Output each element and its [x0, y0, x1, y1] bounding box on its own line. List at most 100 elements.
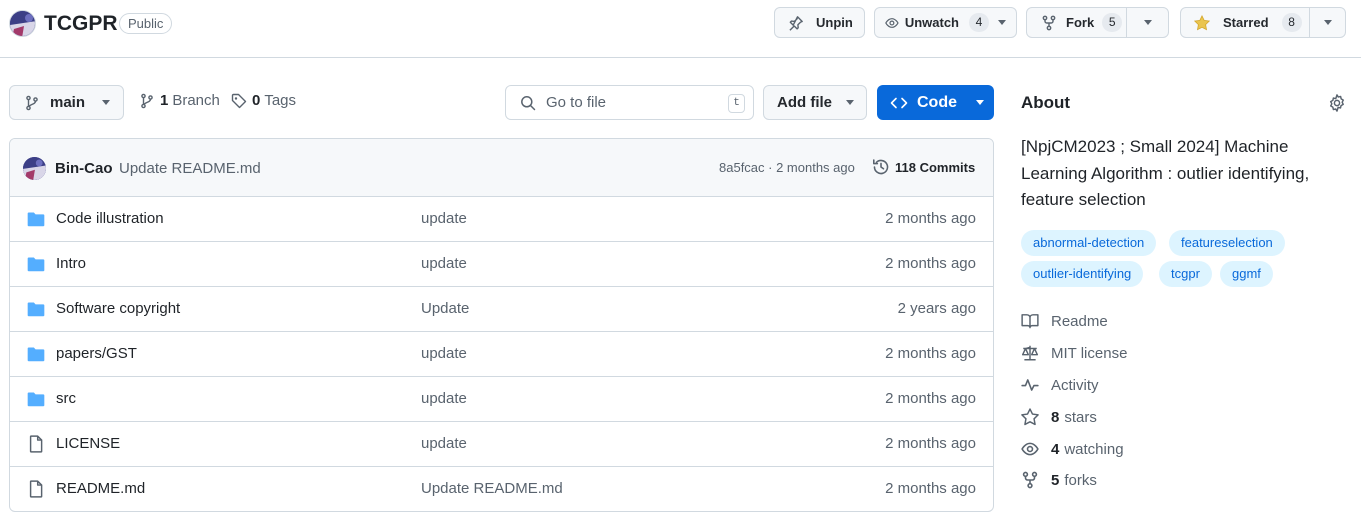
commit-count-label: 118 Commits — [895, 159, 976, 175]
file-commit-date: 2 years ago — [897, 300, 976, 317]
file-name[interactable]: papers/GST — [56, 345, 137, 362]
stars-count: 8 — [1051, 408, 1060, 426]
commits-link[interactable]: 118 Commits — [872, 158, 975, 176]
folder-icon — [27, 256, 45, 272]
branch-count: 1 — [160, 92, 169, 109]
file-name[interactable]: Intro — [56, 255, 86, 272]
about-heading: About — [1021, 93, 1071, 112]
branch-selector[interactable]: main — [9, 85, 124, 120]
commit-author[interactable]: Bin-Cao — [55, 160, 113, 177]
forks-count: 5 — [1051, 471, 1060, 489]
file-commit-message[interactable]: update — [421, 255, 467, 272]
history-icon — [873, 159, 889, 175]
file-list: Code illustration update 2 months ago Intro… — [10, 197, 993, 511]
file-commit-message[interactable]: update — [421, 390, 467, 407]
chevron-down-icon[interactable] — [1144, 20, 1152, 25]
repo-name[interactable]: TCGPR — [44, 10, 118, 38]
readme-label: Readme — [1051, 312, 1108, 330]
topic-tag[interactable]: ggmf — [1220, 261, 1273, 287]
branches-link[interactable]: 1 Branch — [139, 92, 220, 109]
shortcut-key: t — [728, 94, 745, 113]
chevron-down-icon[interactable] — [998, 20, 1006, 25]
file-row[interactable]: LICENSE update 2 months ago — [10, 422, 993, 467]
topic-tag[interactable]: tcgpr — [1159, 261, 1212, 287]
file-row[interactable]: Code illustration update 2 months ago — [10, 197, 993, 242]
fork-icon — [1022, 471, 1038, 489]
readme-link[interactable]: Readme — [1021, 312, 1108, 330]
search-icon — [521, 95, 536, 110]
file-name[interactable]: src — [56, 390, 76, 407]
code-button[interactable]: Code — [877, 85, 994, 120]
file-row[interactable]: README.md Update README.md 2 months ago — [10, 467, 993, 511]
fork-icon — [1042, 15, 1056, 30]
topic-tag[interactable]: outlier-identifying — [1021, 261, 1144, 287]
starred-button[interactable]: Starred 8 — [1180, 7, 1346, 38]
chevron-down-icon[interactable] — [1324, 20, 1332, 25]
stars-link[interactable]: 8 stars — [1021, 408, 1097, 426]
file-commit-date: 2 months ago — [885, 255, 976, 272]
avatar[interactable] — [23, 157, 46, 180]
watching-link[interactable]: 4 watching — [1021, 440, 1124, 458]
file-name[interactable]: Software copyright — [56, 300, 180, 317]
activity-label: Activity — [1051, 376, 1099, 394]
topic-tag[interactable]: featureselection — [1169, 230, 1285, 256]
file-row[interactable]: Software copyright Update 2 years ago — [10, 287, 993, 332]
starred-label: Starred — [1223, 15, 1269, 30]
file-commit-message[interactable]: update — [421, 435, 467, 452]
search-input[interactable] — [546, 94, 716, 111]
commit-message[interactable]: Update README.md — [119, 160, 261, 177]
add-file-button[interactable]: Add file — [763, 85, 867, 120]
folder-icon — [27, 391, 45, 407]
branch-label: Branch — [172, 92, 220, 109]
watching-label: watching — [1064, 440, 1124, 458]
file-row[interactable]: Intro update 2 months ago — [10, 242, 993, 287]
unwatch-button[interactable]: Unwatch 4 — [874, 7, 1017, 38]
forks-link[interactable]: 5 forks — [1021, 471, 1097, 489]
about-description: [NpjCM2023 ; Small 2024] Machine Learnin… — [1021, 137, 1310, 209]
file-name[interactable]: README.md — [56, 480, 145, 497]
file-name[interactable]: Code illustration — [56, 210, 164, 227]
tag-label: Tags — [264, 92, 297, 109]
code-label: Code — [917, 93, 957, 111]
code-icon — [890, 97, 908, 108]
file-row[interactable]: papers/GST update 2 months ago — [10, 332, 993, 377]
unpin-label: Unpin — [816, 15, 853, 30]
watching-count: 4 — [1051, 440, 1060, 458]
file-commit-message[interactable]: update — [421, 210, 467, 227]
file-row[interactable]: src update 2 months ago — [10, 377, 993, 422]
license-label: MIT license — [1051, 344, 1128, 362]
repo-header: TCGPR Public Unpin Unwatch 4 Fork 5 Star… — [0, 0, 1361, 58]
activity-link[interactable]: Activity — [1021, 376, 1099, 394]
watch-counter: 4 — [969, 13, 989, 32]
go-to-file-search[interactable]: t — [505, 85, 754, 120]
fork-button[interactable]: Fork 5 — [1026, 7, 1169, 38]
tags-link[interactable]: 0 Tags — [231, 92, 296, 109]
file-icon — [27, 435, 45, 453]
file-commit-message[interactable]: Update — [421, 300, 469, 317]
license-link[interactable]: MIT license — [1021, 344, 1127, 362]
commit-hash-time[interactable]: 8a5fcac · 2 months ago — [719, 160, 855, 175]
add-file-label: Add file — [777, 94, 832, 111]
chevron-down-icon — [976, 100, 984, 105]
file-commit-message[interactable]: Update README.md — [421, 480, 563, 497]
repo-avatar[interactable] — [9, 10, 36, 37]
gear-icon[interactable] — [1328, 94, 1346, 112]
latest-commit-bar: Bin-Cao Update README.md 8a5fcac · 2 mon… — [10, 139, 993, 197]
stars-label: stars — [1064, 408, 1097, 426]
file-name[interactable]: LICENSE — [56, 435, 120, 452]
chevron-down-icon — [846, 100, 854, 105]
fork-counter: 5 — [1102, 13, 1123, 32]
file-commit-date: 2 months ago — [885, 480, 976, 497]
file-commit-date: 2 months ago — [885, 435, 976, 452]
topic-tag[interactable]: abnormal-detection — [1021, 230, 1157, 256]
divider — [1309, 8, 1310, 37]
pulse-icon — [1021, 379, 1039, 391]
divider — [1126, 8, 1127, 37]
folder-icon — [27, 346, 45, 362]
star-counter: 8 — [1281, 13, 1302, 32]
unpin-button[interactable]: Unpin — [774, 7, 865, 38]
unwatch-label: Unwatch — [904, 15, 959, 30]
file-commit-message[interactable]: update — [421, 345, 467, 362]
folder-icon — [27, 211, 45, 227]
eye-icon — [1021, 442, 1039, 456]
